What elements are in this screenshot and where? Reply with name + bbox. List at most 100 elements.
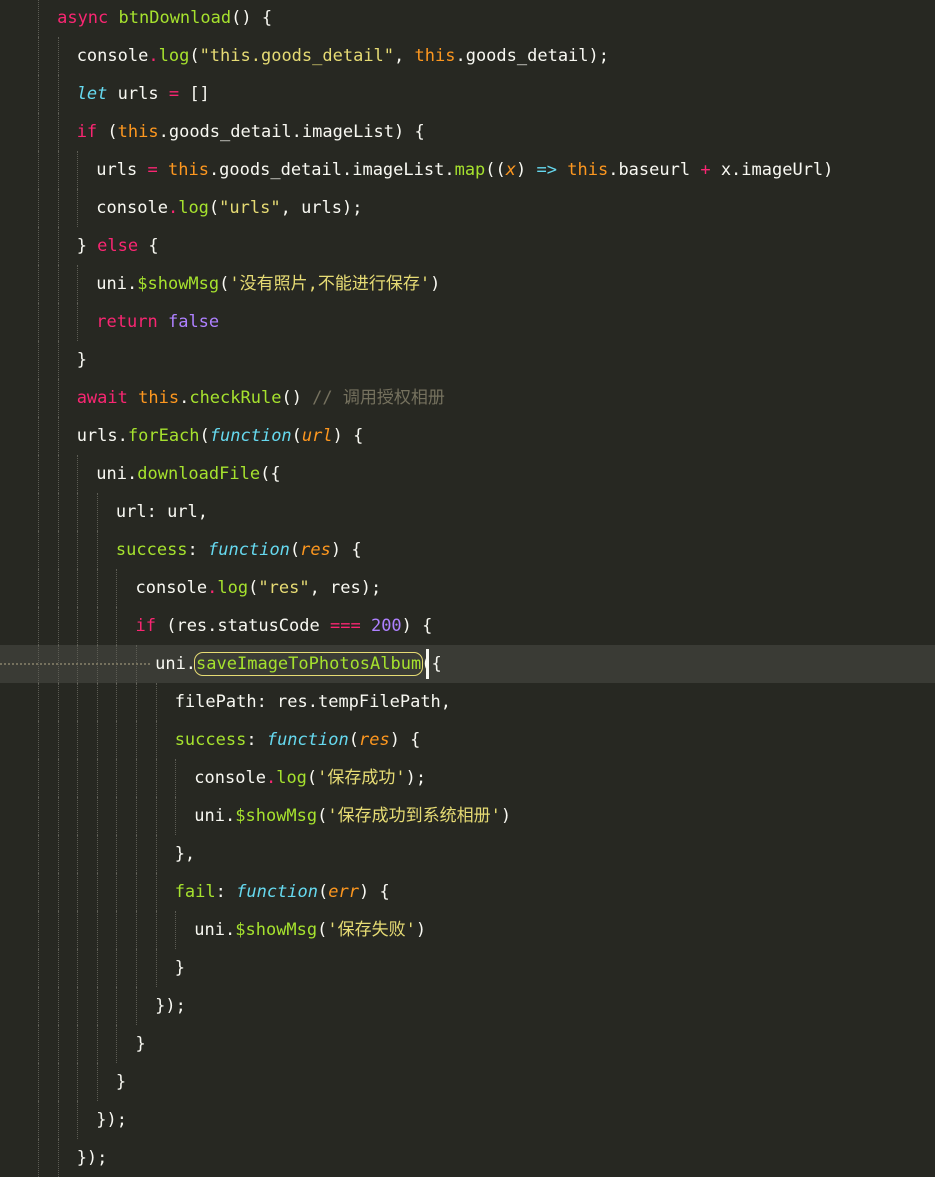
indent-guide (57, 721, 59, 759)
indent-guide (38, 569, 39, 607)
indent-guide (96, 569, 98, 607)
code-line[interactable]: url: url, (0, 493, 935, 531)
indent-guide (116, 873, 118, 911)
code-line[interactable]: uni.$showMsg('保存成功到系统相册') (0, 797, 935, 835)
code-line[interactable]: uni.$showMsg('没有照片,不能进行保存') (0, 265, 935, 303)
code-line[interactable]: success: function(res) { (0, 531, 935, 569)
indent-guide (57, 227, 59, 265)
code-line[interactable]: } (0, 1063, 935, 1101)
code-token: this (167, 160, 209, 180)
code-token: ); (405, 768, 427, 788)
code-line[interactable]: } (0, 1025, 935, 1063)
code-token: uni. (96, 274, 138, 294)
indent-guide (57, 987, 59, 1025)
code-token: console (194, 768, 266, 788)
code-line[interactable]: if (res.statusCode === 200) { (0, 607, 935, 645)
indent-guide (155, 797, 157, 835)
code-token: } (174, 958, 185, 978)
indent-guide (116, 949, 118, 987)
code-line[interactable]: } (0, 949, 935, 987)
code-line[interactable]: console.log("urls", urls); (0, 189, 935, 227)
code-line[interactable]: }); (0, 987, 935, 1025)
code-line[interactable]: console.log("res", res); (0, 569, 935, 607)
code-token: $showMsg (235, 920, 318, 940)
indent-guide (116, 683, 118, 721)
code-token: } (135, 1034, 146, 1054)
code-token: ) { (332, 426, 364, 446)
indent-guide (57, 835, 59, 873)
indent-guide (136, 949, 137, 987)
code-line[interactable]: filePath: res.tempFilePath, (0, 683, 935, 721)
indent-guide (57, 1139, 59, 1177)
code-line[interactable]: return false (0, 303, 935, 341)
code-token: uni. (96, 464, 138, 484)
code-token: forEach (127, 426, 200, 446)
indent-guide (77, 1025, 79, 1063)
code-token: : (246, 730, 267, 750)
code-text: uni.saveImageToPhotosAlbum({ (155, 645, 442, 683)
indent-guide (77, 1063, 79, 1101)
code-token: . (265, 768, 277, 788)
indent-guide (57, 797, 59, 835)
indent-guide (38, 151, 39, 189)
active-line-marker (0, 663, 150, 665)
code-line[interactable]: } (0, 341, 935, 379)
indent-guide (38, 75, 39, 113)
code-line[interactable]: uni.saveImageToPhotosAlbum({ (0, 645, 935, 683)
code-line[interactable]: } else { (0, 227, 935, 265)
indent-guide (96, 987, 98, 1025)
indent-guide (116, 797, 118, 835)
code-line[interactable]: uni.downloadFile({ (0, 455, 935, 493)
code-token: // 调用授权相册 (312, 388, 445, 408)
code-text: fail: function(err) { (175, 873, 390, 911)
code-editor[interactable]: async btnDownload() {console.log("this.g… (0, 0, 935, 1177)
code-line[interactable]: uni.$showMsg('保存失败') (0, 911, 935, 949)
indent-guide (38, 265, 39, 303)
code-text: console.log("urls", urls); (96, 189, 362, 227)
code-token: => (536, 160, 557, 180)
code-token: checkRule (189, 388, 282, 408)
code-line[interactable]: console.log("this.goods_detail", this.go… (0, 37, 935, 75)
code-token: ( (189, 46, 200, 66)
indent-guide (38, 227, 39, 265)
indent-guide (175, 797, 177, 835)
indent-guide (136, 797, 137, 835)
code-token: function (236, 882, 319, 902)
code-line[interactable]: fail: function(err) { (0, 873, 935, 911)
code-token: function (209, 426, 292, 446)
code-line[interactable]: let urls = [] (0, 75, 935, 113)
code-token: uni. (194, 920, 236, 940)
code-token: $showMsg (137, 274, 220, 294)
code-line[interactable]: await this.checkRule() // 调用授权相册 (0, 379, 935, 417)
code-line[interactable]: }); (0, 1139, 935, 1177)
code-line[interactable]: urls.forEach(function(url) { (0, 417, 935, 455)
code-line[interactable]: async btnDownload() { (0, 0, 935, 37)
code-token: "urls" (219, 198, 281, 218)
code-line[interactable]: urls = this.goods_detail.imageList.map((… (0, 151, 935, 189)
code-token: : (187, 540, 209, 560)
code-token: filePath: res.tempFilePath, (174, 692, 452, 712)
code-token: (res.statusCode (155, 616, 330, 636)
indent-guide (77, 455, 79, 493)
indent-guide (38, 1063, 39, 1101)
code-line[interactable]: if (this.goods_detail.imageList) { (0, 113, 935, 151)
code-line[interactable]: console.log('保存成功'); (0, 759, 935, 797)
code-line[interactable]: }, (0, 835, 935, 873)
indent-guide (38, 911, 39, 949)
code-line[interactable]: }); (0, 1101, 935, 1139)
code-line[interactable]: success: function(res) { (0, 721, 935, 759)
code-token: return (96, 312, 158, 332)
code-token: ) (500, 806, 512, 826)
code-token: () (281, 388, 313, 408)
code-token: ( (208, 198, 220, 218)
code-text: } (175, 949, 185, 987)
code-token: ( (248, 578, 259, 598)
code-token: }); (155, 996, 186, 1016)
indent-guide (57, 607, 59, 645)
code-text: success: function(res) { (175, 721, 421, 759)
code-token: 200 (370, 616, 402, 636)
indent-guide (77, 531, 79, 569)
code-token: this (567, 160, 609, 180)
indent-guide (77, 607, 79, 645)
